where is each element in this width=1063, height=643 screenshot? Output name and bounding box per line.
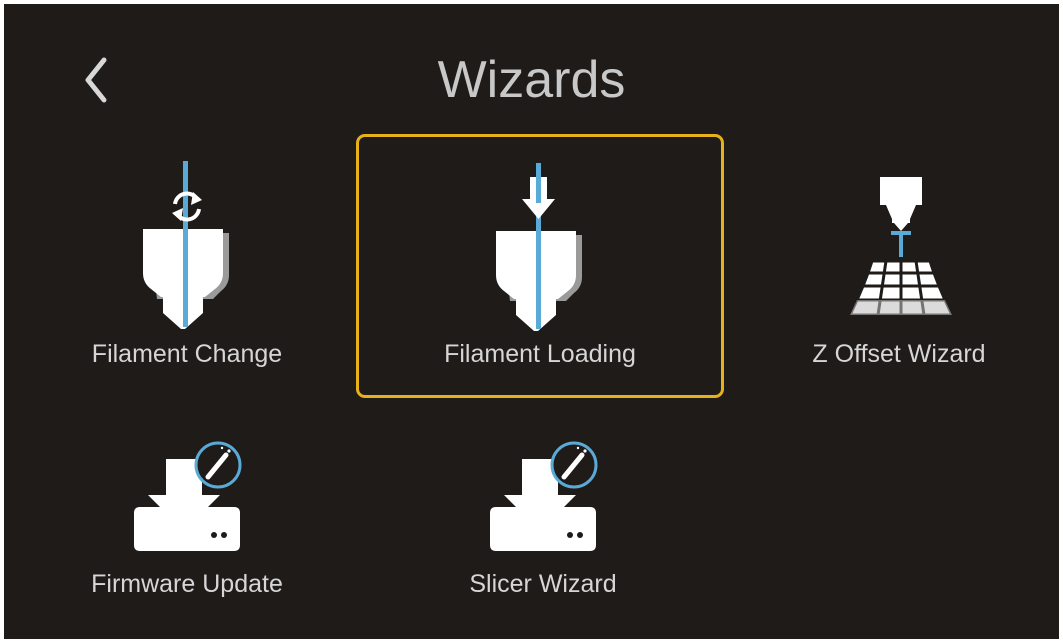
filament-change-icon	[127, 161, 247, 337]
wizard-label: Firmware Update	[91, 570, 283, 598]
wizard-tile-firmware-update[interactable]: Firmware Update	[62, 424, 312, 624]
page-title: Wizards	[437, 51, 626, 109]
wizard-label: Filament Loading	[444, 340, 636, 368]
slicer-wizard-icon	[478, 437, 608, 557]
wizard-tile-z-offset[interactable]: Z Offset Wizard	[774, 136, 1024, 396]
wizard-tile-slicer-wizard[interactable]: Slicer Wizard	[418, 424, 668, 624]
filament-loading-icon	[480, 163, 600, 339]
wizard-label: Z Offset Wizard	[812, 340, 986, 368]
wizard-label: Filament Change	[91, 340, 283, 368]
firmware-update-icon	[122, 437, 252, 557]
wizards-screen: Wizards Filament Change Filament Loading…	[4, 4, 1059, 639]
wizard-tile-filament-change[interactable]: Filament Change	[62, 136, 312, 396]
wizard-tile-filament-loading[interactable]: Filament Loading	[356, 134, 724, 398]
wizard-label: Slicer Wizard	[469, 570, 617, 598]
z-offset-icon	[834, 175, 964, 315]
